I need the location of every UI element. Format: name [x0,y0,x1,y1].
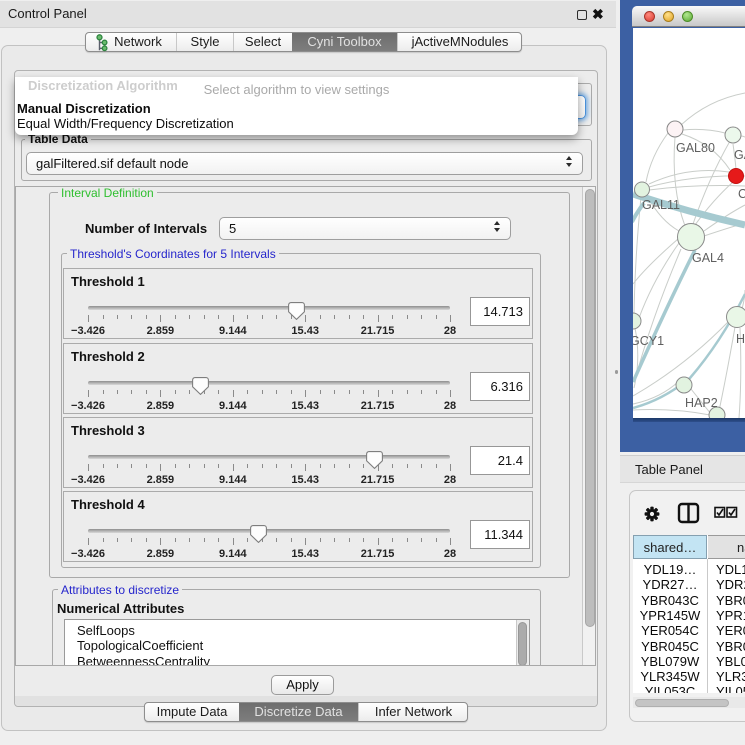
svg-text:GCY1: GCY1 [633,334,664,348]
svg-text:HAP2: HAP2 [685,396,718,410]
svg-text:GAL11: GAL11 [642,198,680,212]
svg-text:HA: HA [736,332,745,346]
svg-text:GAL4: GAL4 [692,251,724,265]
svg-text:CY: CY [738,187,745,201]
svg-text:GAL: GAL [734,148,745,162]
svg-text:GAL80: GAL80 [676,141,715,155]
